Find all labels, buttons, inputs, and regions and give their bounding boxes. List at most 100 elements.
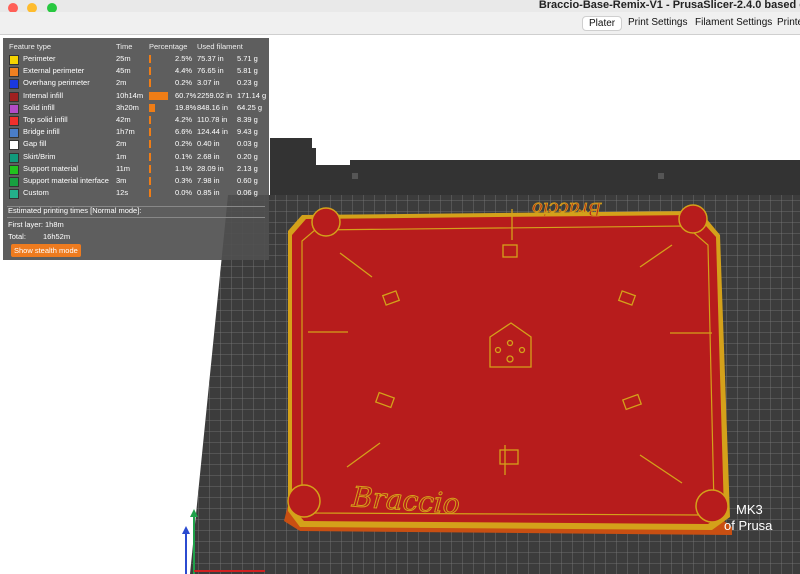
legend-separator: [7, 217, 265, 218]
feature-length: 0.85 in: [197, 188, 220, 198]
feature-time: 2m: [116, 78, 127, 88]
legend-row[interactable]: Bridge infill 1h7m 6.6% 124.44 in 9.43 g: [3, 126, 269, 139]
feature-time: 3h20m: [116, 102, 139, 112]
feature-percentage: 0.2%: [175, 78, 193, 88]
legend-header-row: Feature type Time Percentage Used filame…: [3, 41, 269, 53]
feature-time: 25m: [116, 54, 131, 63]
tab-plater[interactable]: Plater: [582, 16, 623, 31]
feature-percentage: 60.7%: [175, 90, 197, 100]
feature-time: 12s: [116, 188, 129, 198]
feature-color-swatch: [9, 79, 19, 90]
feature-time: 2m: [116, 139, 127, 149]
feature-length: 0.40 in: [197, 139, 220, 149]
feature-name: Custom: [23, 188, 49, 198]
feature-weight: 2.13 g: [237, 163, 258, 173]
feature-length: 124.44 in: [197, 127, 228, 137]
percentage-bar: [149, 116, 151, 124]
feature-name: Internal infill: [23, 90, 64, 100]
feature-percentage: 1.1%: [175, 163, 193, 173]
feature-weight: 0.60 g: [237, 176, 258, 185]
first-layer-value: 1h8m: [45, 220, 64, 229]
tab-print-settings[interactable]: Print Settings: [622, 16, 693, 29]
window-title: Braccio-Base-Remix-V1 - PrusaSlicer-2.4.…: [538, 0, 800, 11]
legend-row[interactable]: Support material 11m 1.1% 28.09 in 2.13 g: [3, 163, 269, 175]
feature-percentage: 0.2%: [175, 139, 193, 149]
percentage-bar: [149, 55, 151, 63]
percentage-bar: [149, 189, 151, 198]
feature-percentage: 2.5%: [175, 54, 193, 63]
legend-row[interactable]: Gap fill 2m 0.2% 0.40 in 0.03 g: [3, 138, 269, 151]
feature-weight: 171.14 g: [237, 90, 267, 100]
legend-row[interactable]: Perimeter 25m 2.5% 75.37 in 5.71 g: [3, 53, 269, 65]
feature-percentage: 4.4%: [175, 66, 193, 76]
first-layer-row: First layer: 1h8m: [3, 219, 269, 231]
legend-row[interactable]: Overhang perimeter 2m 0.2% 3.07 in 0.23 g: [3, 77, 269, 90]
tab-filament-settings[interactable]: Filament Settings: [689, 16, 778, 29]
feature-name: Skirt/Brim: [23, 151, 56, 161]
header-used-filament: Used filament: [197, 42, 243, 51]
feature-percentage: 4.2%: [175, 115, 193, 124]
feature-weight: 9.43 g: [237, 127, 258, 137]
print-statistics-legend: Feature type Time Percentage Used filame…: [3, 38, 269, 260]
feature-percentage: 0.3%: [175, 176, 193, 185]
feature-length: 3.07 in: [197, 78, 220, 88]
percentage-bar: [149, 177, 151, 185]
estimated-times-label: Estimated printing times [Normal mode]:: [8, 206, 142, 215]
feature-name: Support material interface: [23, 176, 109, 185]
feature-name: Gap fill: [23, 139, 47, 149]
legend-row[interactable]: Support material interface 3m 0.3% 7.98 in 0…: [3, 175, 269, 187]
feature-name: Solid infill: [23, 102, 55, 112]
feature-color-swatch: [9, 189, 19, 200]
feature-percentage: 0.0%: [175, 188, 193, 198]
show-stealth-mode-button[interactable]: Show stealth mode: [11, 244, 81, 257]
feature-weight: 0.20 g: [237, 151, 258, 161]
percentage-bar: [149, 91, 168, 100]
feature-color-swatch: [9, 67, 19, 78]
feature-weight: 64.25 g: [237, 102, 263, 112]
feature-weight: 0.03 g: [237, 139, 258, 149]
percentage-bar: [149, 79, 151, 88]
feature-time: 3m: [116, 176, 127, 185]
feature-weight: 5.81 g: [237, 66, 258, 76]
tab-printer-settings[interactable]: Printer: [771, 16, 800, 29]
percentage-bar: [149, 164, 151, 173]
legend-row[interactable]: External perimeter 45m 4.4% 76.65 in 5.81 g: [3, 65, 269, 78]
feature-name: Bridge infill: [23, 127, 60, 137]
feature-percentage: 0.1%: [175, 151, 193, 161]
header-percentage: Percentage: [149, 42, 188, 51]
bed-logo-line2: of Prusa: [724, 518, 773, 533]
title-bar: Braccio-Base-Remix-V1 - PrusaSlicer-2.4.…: [0, 0, 800, 13]
feature-length: 2.68 in: [197, 151, 220, 161]
feature-time: 10h14m: [116, 90, 144, 100]
header-feature-type: Feature type: [9, 42, 52, 51]
feature-length: 28.09 in: [197, 163, 224, 173]
legend-row[interactable]: Internal infill 10h14m 60.7% 2259.02 in 171.…: [3, 90, 269, 102]
feature-percentage: 6.6%: [175, 127, 193, 137]
feature-time: 1m: [116, 151, 127, 161]
feature-color-swatch: [9, 152, 19, 163]
legend-row[interactable]: Solid infill 3h20m 19.8% 848.16 in 64.25 g: [3, 102, 269, 114]
percentage-bar: [149, 103, 156, 112]
total-time-row: Total: 16h52m: [3, 231, 269, 243]
percentage-bar: [149, 152, 151, 161]
header-time: Time: [116, 42, 133, 51]
feature-length: 75.37 in: [197, 54, 224, 63]
legend-row[interactable]: Top solid infill 42m 4.2% 110.78 in 8.39 g: [3, 114, 269, 126]
feature-weight: 0.06 g: [237, 188, 258, 198]
tab-bar: Plater Print Settings Filament Settings …: [0, 12, 800, 35]
total-time-value: 16h52m: [43, 232, 71, 241]
feature-length: 110.78 in: [197, 115, 228, 124]
feature-name: Top solid infill: [23, 115, 68, 124]
legend-row[interactable]: Custom 12s 0.0% 0.85 in 0.06 g: [3, 187, 269, 200]
model-logo-top: Braccio: [532, 198, 602, 220]
feature-time: 1h7m: [116, 127, 135, 137]
first-layer-label: First layer:: [8, 220, 44, 229]
feature-color-swatch: [9, 91, 19, 102]
feature-percentage: 19.8%: [175, 102, 197, 112]
feature-time: 45m: [116, 66, 131, 76]
feature-color-swatch: [9, 164, 19, 175]
plater-3d-viewport[interactable]: Braccio Braccio MK3 of Prusa Feature typ…: [0, 35, 800, 574]
legend-row[interactable]: Skirt/Brim 1m 0.1% 2.68 in 0.20 g: [3, 151, 269, 163]
feature-color-swatch: [9, 55, 19, 65]
percentage-bar: [149, 67, 151, 76]
